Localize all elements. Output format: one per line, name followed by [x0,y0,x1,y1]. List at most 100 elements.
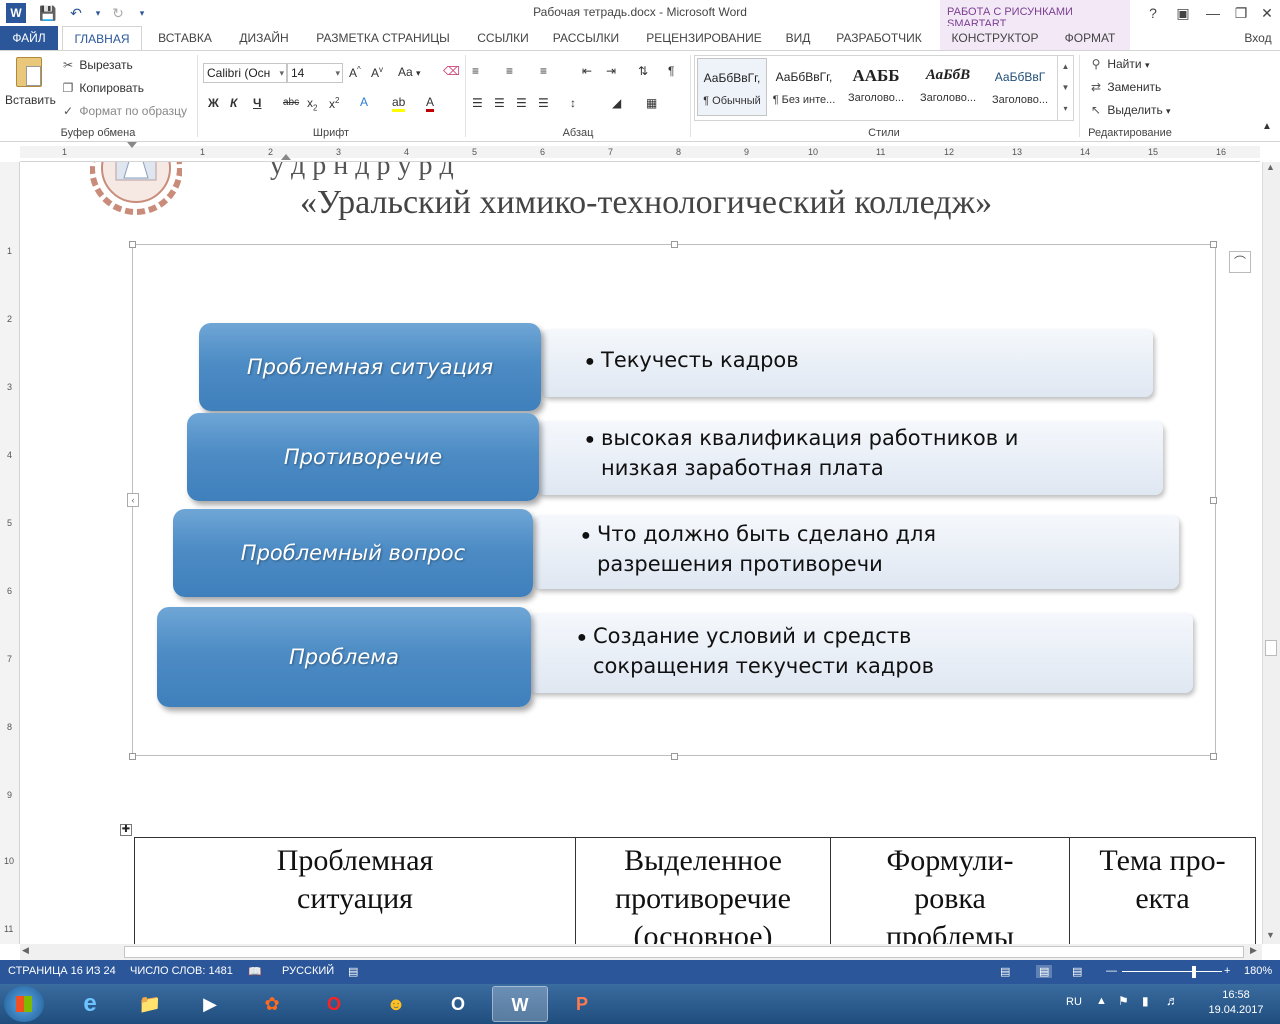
horizontal-scrollbar[interactable]: ◀ ▶ [20,944,1262,960]
scroll-up-icon[interactable]: ▲ [1266,162,1275,172]
clock[interactable]: 16:58 19.04.2017 [1196,988,1276,1018]
resize-handle[interactable] [129,241,136,248]
copy-button[interactable]: ❐ Копировать [60,81,144,95]
zoom-in-icon[interactable]: + [1224,965,1230,977]
paste-label[interactable]: Вставить [5,93,56,107]
network-icon[interactable]: ▮ [1142,994,1149,1008]
collapse-ribbon-icon[interactable]: ▲ [1262,121,1272,132]
page-count[interactable]: СТРАНИЦА 16 ИЗ 24 [8,965,116,977]
table-move-handle[interactable]: ✚ [120,824,132,836]
style-heading-1[interactable]: ААББ Заголово... [841,58,911,116]
table-header-cell[interactable]: Выделенное противоречие (основное) [575,837,831,944]
scroll-right-icon[interactable]: ▶ [1250,945,1257,956]
first-line-indent-marker[interactable] [127,142,137,148]
tray-expand-icon[interactable]: ▲ [1096,995,1107,1007]
help-icon[interactable]: ? [1140,2,1166,24]
select-button[interactable]: ↖ Выделить ▾ [1088,103,1171,117]
language-indicator[interactable]: РУССКИЙ [282,965,334,977]
line-spacing-icon[interactable]: ↕ [570,96,576,110]
vertical-ruler[interactable]: 1 2 3 4 5 6 7 8 9 10 11 [0,162,20,944]
tab-review[interactable]: РЕЦЕНЗИРОВАНИЕ [636,26,772,50]
document-table[interactable]: Проблемная ситуация Выделенное противоре… [134,837,1256,944]
highlight-icon[interactable]: ab [392,95,406,112]
hanging-indent-marker[interactable] [281,154,291,160]
minimize-icon[interactable]: — [1200,2,1226,24]
resize-handle[interactable] [671,753,678,760]
smartart-heading-2[interactable]: Противоречие [187,413,539,501]
signin-link[interactable]: Вход [1236,26,1280,50]
print-layout-icon[interactable]: ▤ [1036,965,1053,978]
style-heading-2[interactable]: АаБбВ Заголово... [913,58,983,116]
zoom-level[interactable]: 180% [1244,965,1272,977]
tab-smartart-format[interactable]: ФОРМАТ [1050,26,1130,50]
resize-handle[interactable] [1210,753,1217,760]
clear-formatting-icon[interactable]: ⌫ [443,64,460,78]
styles-scroll[interactable]: ▲ ▼ ▾ [1057,56,1073,120]
scroll-thumb[interactable] [1265,640,1277,656]
powerpoint-taskbar-icon[interactable]: P [554,986,610,1022]
smartart-heading-3[interactable]: Проблемный вопрос [173,509,533,597]
align-left-icon[interactable]: ☰ [472,96,483,110]
web-layout-icon[interactable]: ▤ [1072,965,1082,978]
read-mode-icon[interactable]: ▤ [1000,965,1010,978]
align-right-icon[interactable]: ☰ [516,96,527,110]
scroll-down-icon[interactable]: ▼ [1266,930,1275,940]
underline-button[interactable]: Ч [253,96,261,110]
smartart-heading-4[interactable]: Проблема [157,607,531,707]
table-header-cell[interactable]: Формули- ровка проблемы [830,837,1070,944]
horizontal-ruler[interactable]: 1 1 2 3 4 5 6 7 8 9 10 11 12 13 14 15 16 [20,142,1260,162]
smartart-heading-1[interactable]: Проблемная ситуация [199,323,541,411]
increase-indent-icon[interactable]: ⇥ [606,64,616,78]
borders-icon[interactable]: ▦ [646,96,657,110]
find-button[interactable]: ⚲ Найти ▾ [1088,57,1150,71]
style-no-spacing[interactable]: АаБбВвГг, ¶ Без инте... [769,58,839,116]
input-language[interactable]: RU [1066,996,1082,1008]
tab-page-layout[interactable]: РАЗМЕТКА СТРАНИЦЫ [308,26,458,50]
restore-icon[interactable]: ❐ [1228,2,1254,24]
tab-home[interactable]: ГЛАВНАЯ [62,26,142,50]
macro-icon[interactable]: ▤ [348,965,358,978]
smartart-frame[interactable]: ‹ ⌒ Проблемная ситуация ● Текучесть кадр… [127,241,1251,760]
word-count[interactable]: ЧИСЛО СЛОВ: 1481 [130,965,233,977]
shading-icon[interactable]: ◢ [612,96,621,110]
tab-developer[interactable]: РАЗРАБОТЧИК [826,26,932,50]
text-effects-icon[interactable]: A [360,95,368,109]
tab-insert[interactable]: ВСТАВКА [150,26,220,50]
table-header-cell[interactable]: Тема про- екта [1069,837,1256,944]
zoom-slider-thumb[interactable] [1192,966,1196,978]
style-normal[interactable]: АаБбВвГг, ¶ Обычный [697,58,767,116]
tab-references[interactable]: ССЫЛКИ [468,26,538,50]
close-icon[interactable]: ✕ [1254,2,1280,24]
ie-icon[interactable]: e [62,986,118,1022]
volume-icon[interactable]: ♬ [1166,993,1179,1008]
tab-design[interactable]: ДИЗАЙН [228,26,300,50]
justify-icon[interactable]: ☰ [538,96,549,110]
shrink-font-icon[interactable]: Av [371,65,383,80]
explorer-icon[interactable]: 📁 [122,986,178,1022]
zoom-out-icon[interactable]: — [1106,965,1117,977]
word-taskbar-icon[interactable]: W [492,986,548,1022]
opera-alt-icon[interactable]: O [430,986,486,1022]
strikethrough-button[interactable]: abc [283,97,299,108]
multilevel-list-icon[interactable]: ≡ [540,64,547,78]
layout-options-icon[interactable]: ⌒ [1229,251,1251,273]
start-button[interactable] [4,986,44,1022]
change-case-button[interactable]: Aa ▾ [398,65,421,79]
table-header-cell[interactable]: Проблемная ситуация [134,837,576,944]
cut-button[interactable]: ✂ Вырезать [60,58,133,72]
tab-file[interactable]: ФАЙЛ [0,26,58,50]
ribbon-display-icon[interactable]: ▣ [1170,2,1196,24]
bold-button[interactable]: Ж [208,96,219,110]
style-heading-3[interactable]: АаБбВвГ Заголово... [985,58,1055,116]
tab-mailings[interactable]: РАССЫЛКИ [546,26,626,50]
sort-icon[interactable]: ⇅ [638,64,648,78]
media-player-icon[interactable]: ▶ [182,986,238,1022]
tab-view[interactable]: ВИД [778,26,818,50]
horizontal-scroll-thumb[interactable] [124,946,1244,958]
font-size-select[interactable]: 14 ▾ [287,63,343,83]
film-app-icon[interactable]: ✿ [244,986,300,1022]
vertical-scrollbar[interactable]: ▲ ▼ [1262,162,1280,944]
font-color-icon[interactable]: A [426,95,435,112]
resize-handle[interactable] [671,241,678,248]
resize-handle[interactable] [1210,241,1217,248]
